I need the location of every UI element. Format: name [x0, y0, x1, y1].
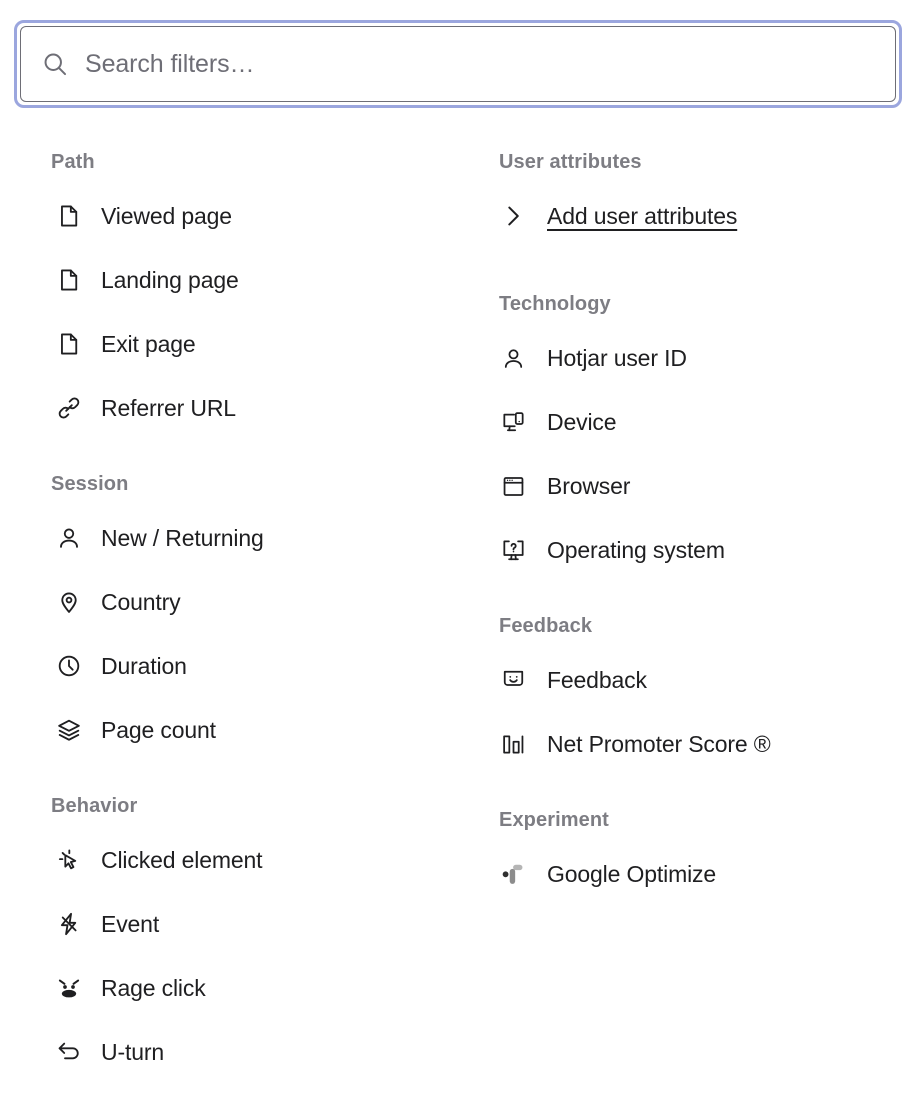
operating-system-icon [499, 536, 527, 564]
left-column: Path Viewed page Landing page Exit page … [0, 140, 455, 1084]
group-title-behavior: Behavior [51, 795, 138, 817]
filter-item-u-turn[interactable]: U-turn [51, 1020, 455, 1084]
group-title-path: Path [51, 151, 95, 173]
filter-item-clicked-element[interactable]: Clicked element [51, 828, 455, 892]
user-icon [499, 344, 527, 372]
filter-item-label: Feedback [547, 666, 647, 693]
filter-item-label: Viewed page [101, 202, 232, 229]
filter-item-feedback[interactable]: Feedback [499, 648, 916, 712]
filter-item-browser[interactable]: Browser [499, 454, 916, 518]
filter-columns: Path Viewed page Landing page Exit page … [0, 140, 916, 1084]
user-icon [55, 524, 83, 552]
group-title-session: Session [51, 473, 129, 495]
filter-item-label: Hotjar user ID [547, 344, 687, 371]
group-experiment: Experiment Google Optimize [499, 798, 916, 906]
filter-item-new-returning[interactable]: New / Returning [51, 506, 455, 570]
group-title-technology: Technology [499, 293, 611, 315]
filter-item-label: Exit page [101, 330, 196, 357]
rage-click-icon [55, 974, 83, 1002]
device-icon [499, 408, 527, 436]
document-icon [55, 266, 83, 294]
chevron-right-icon [499, 202, 527, 230]
google-optimize-icon [499, 860, 527, 888]
group-title-experiment: Experiment [499, 809, 609, 831]
filter-item-label: Device [547, 408, 617, 435]
cursor-click-icon [55, 846, 83, 874]
filter-item-label: Landing page [101, 266, 239, 293]
filter-item-label: Google Optimize [547, 860, 717, 887]
filter-item-label: Referrer URL [101, 394, 236, 421]
filter-item-label: Browser [547, 472, 631, 499]
group-technology: Technology Hotjar user ID Device Browser… [499, 282, 916, 582]
bar-chart-icon [499, 730, 527, 758]
document-icon [55, 330, 83, 358]
document-icon [55, 202, 83, 230]
link-icon [55, 394, 83, 422]
filter-item-duration[interactable]: Duration [51, 634, 455, 698]
filter-item-label: Operating system [547, 536, 725, 563]
location-pin-icon [55, 588, 83, 616]
group-path: Path Viewed page Landing page Exit page … [51, 140, 455, 440]
filter-item-label: Event [101, 910, 160, 937]
group-feedback: Feedback Feedback Net Promoter Score ® [499, 604, 916, 776]
filter-item-label: Net Promoter Score ® [547, 730, 771, 757]
group-title-user-attributes: User attributes [499, 151, 642, 173]
search-filters-field[interactable] [14, 20, 902, 108]
filter-item-device[interactable]: Device [499, 390, 916, 454]
filter-item-exit-page[interactable]: Exit page [51, 312, 455, 376]
filter-item-label: U-turn [101, 1038, 165, 1065]
filter-item-google-optimize[interactable]: Google Optimize [499, 842, 916, 906]
filter-item-label: Page count [101, 716, 216, 743]
filter-item-label: Clicked element [101, 846, 263, 873]
layers-icon [55, 716, 83, 744]
group-session: Session New / Returning Country Duration… [51, 462, 455, 762]
filter-item-label: New / Returning [101, 524, 264, 551]
filter-item-net-promoter-score[interactable]: Net Promoter Score ® [499, 712, 916, 776]
filter-item-label: Rage click [101, 974, 206, 1001]
search-icon [41, 50, 69, 78]
add-user-attributes-label: Add user attributes [547, 202, 738, 229]
filter-item-operating-system[interactable]: Operating system [499, 518, 916, 582]
filter-item-country[interactable]: Country [51, 570, 455, 634]
search-input[interactable] [85, 49, 875, 79]
filter-item-landing-page[interactable]: Landing page [51, 248, 455, 312]
filter-item-hotjar-user-id[interactable]: Hotjar user ID [499, 326, 916, 390]
filter-item-label: Duration [101, 652, 187, 679]
filter-item-label: Country [101, 588, 181, 615]
clock-icon [55, 652, 83, 680]
group-behavior: Behavior Clicked element Event Rage clic… [51, 784, 455, 1084]
add-user-attributes-link[interactable]: Add user attributes [499, 184, 916, 248]
group-title-feedback: Feedback [499, 615, 593, 637]
u-turn-arrow-icon [55, 1038, 83, 1066]
filter-item-rage-click[interactable]: Rage click [51, 956, 455, 1020]
filter-item-referrer-url[interactable]: Referrer URL [51, 376, 455, 440]
filter-item-event[interactable]: Event [51, 892, 455, 956]
lightning-bolt-icon [55, 910, 83, 938]
search-box[interactable] [20, 26, 896, 102]
right-column: User attributes Add user attributes Tech… [455, 140, 916, 1084]
smiley-feedback-icon [499, 666, 527, 694]
filter-item-page-count[interactable]: Page count [51, 698, 455, 762]
browser-window-icon [499, 472, 527, 500]
group-user-attributes: User attributes Add user attributes [499, 140, 916, 248]
filter-item-viewed-page[interactable]: Viewed page [51, 184, 455, 248]
